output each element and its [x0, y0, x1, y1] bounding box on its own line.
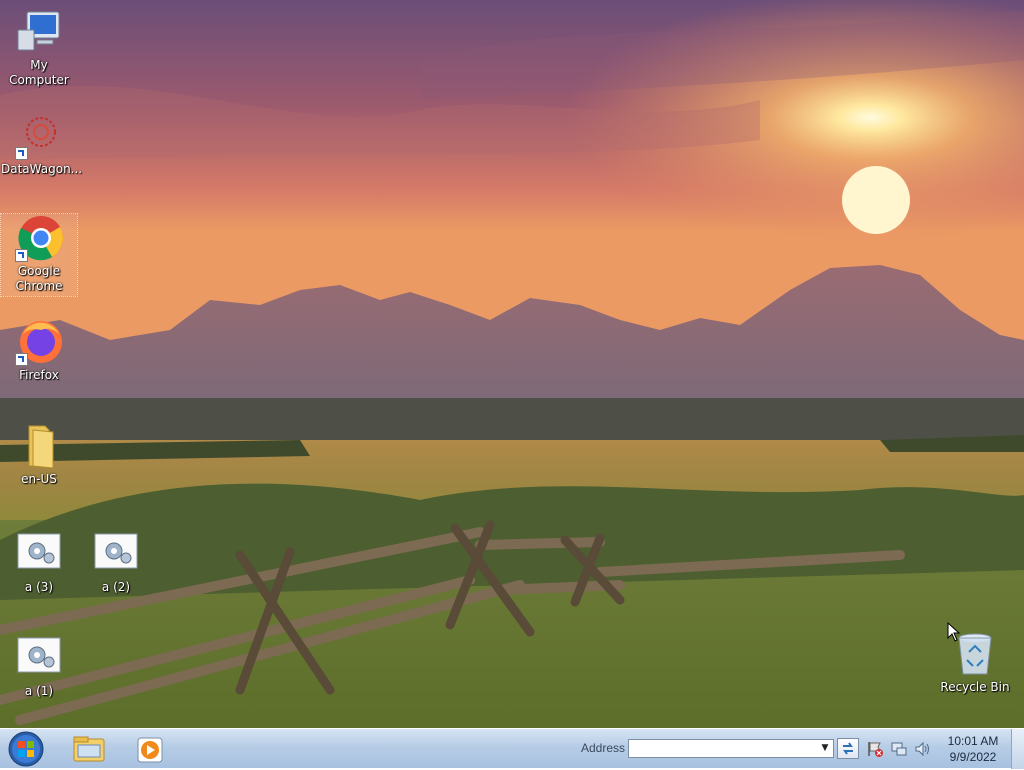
clock-time: 10:01 AM — [947, 734, 999, 748]
network-icon[interactable] — [890, 740, 908, 758]
desktop-icon-label: a (1) — [24, 684, 54, 698]
desktop-icon-label: My Computer — [9, 58, 69, 87]
address-go-button[interactable] — [837, 738, 859, 759]
clock[interactable]: 10:01 AM 9/9/2022 — [940, 733, 1006, 765]
datawagon-icon — [15, 112, 63, 160]
desktop-icon-a-1[interactable]: a (1) — [1, 634, 77, 699]
wallpaper — [0, 0, 1024, 728]
media-player-icon — [137, 737, 163, 763]
desktop-icon-label: DataWagon... — [1, 162, 83, 176]
shortcut-arrow-icon — [15, 353, 28, 366]
computer-icon — [15, 8, 63, 56]
desktop-icon-label: en-US — [21, 472, 57, 486]
desktop-icon-a-3[interactable]: a (3) — [1, 530, 77, 595]
action-center-flag-icon[interactable] — [866, 740, 884, 758]
taskbar-media-player-button[interactable] — [126, 731, 176, 767]
taskbar: Address ▼ 10:01 AM 9/9/2022 — [0, 728, 1024, 769]
windows-explorer-icon — [73, 736, 105, 762]
volume-icon[interactable] — [914, 740, 932, 758]
desktop-icon-label: Recycle Bin — [940, 680, 1010, 694]
settings-file-icon — [15, 530, 63, 578]
desktop-icon-datawagon[interactable]: DataWagon... — [1, 112, 83, 177]
desktop-icon-firefox[interactable]: Firefox — [1, 318, 77, 383]
go-arrows-icon — [843, 742, 853, 755]
desktop-icon-label: Firefox — [19, 368, 59, 382]
shortcut-arrow-icon — [15, 147, 28, 160]
folder-icon — [15, 422, 63, 470]
desktop-icon-label: Google Chrome — [15, 264, 63, 293]
clock-date: 9/9/2022 — [949, 750, 997, 764]
address-dropdown-button[interactable]: ▼ — [817, 740, 833, 757]
shortcut-arrow-icon — [15, 249, 28, 262]
address-label: Address — [581, 741, 626, 755]
chrome-icon — [15, 214, 63, 262]
desktop-icon-label: a (3) — [24, 580, 54, 594]
firefox-icon — [15, 318, 63, 366]
mouse-cursor-icon — [947, 622, 961, 642]
desktop[interactable]: My Computer DataWagon... Google Chrome F… — [0, 0, 1024, 728]
settings-file-icon — [92, 530, 140, 578]
desktop-icon-a-2[interactable]: a (2) — [78, 530, 154, 595]
taskbar-windows-explorer-button[interactable] — [64, 731, 114, 767]
desktop-icon-en-us[interactable]: en-US — [1, 422, 77, 487]
address-input[interactable]: ▼ — [628, 739, 834, 758]
start-button[interactable] — [6, 731, 46, 767]
show-desktop-button[interactable] — [1011, 729, 1024, 769]
desktop-icon-my-computer[interactable]: My Computer — [1, 8, 77, 88]
desktop-icon-label: a (2) — [101, 580, 131, 594]
settings-file-icon — [15, 634, 63, 682]
desktop-icon-google-chrome[interactable]: Google Chrome — [0, 213, 78, 297]
